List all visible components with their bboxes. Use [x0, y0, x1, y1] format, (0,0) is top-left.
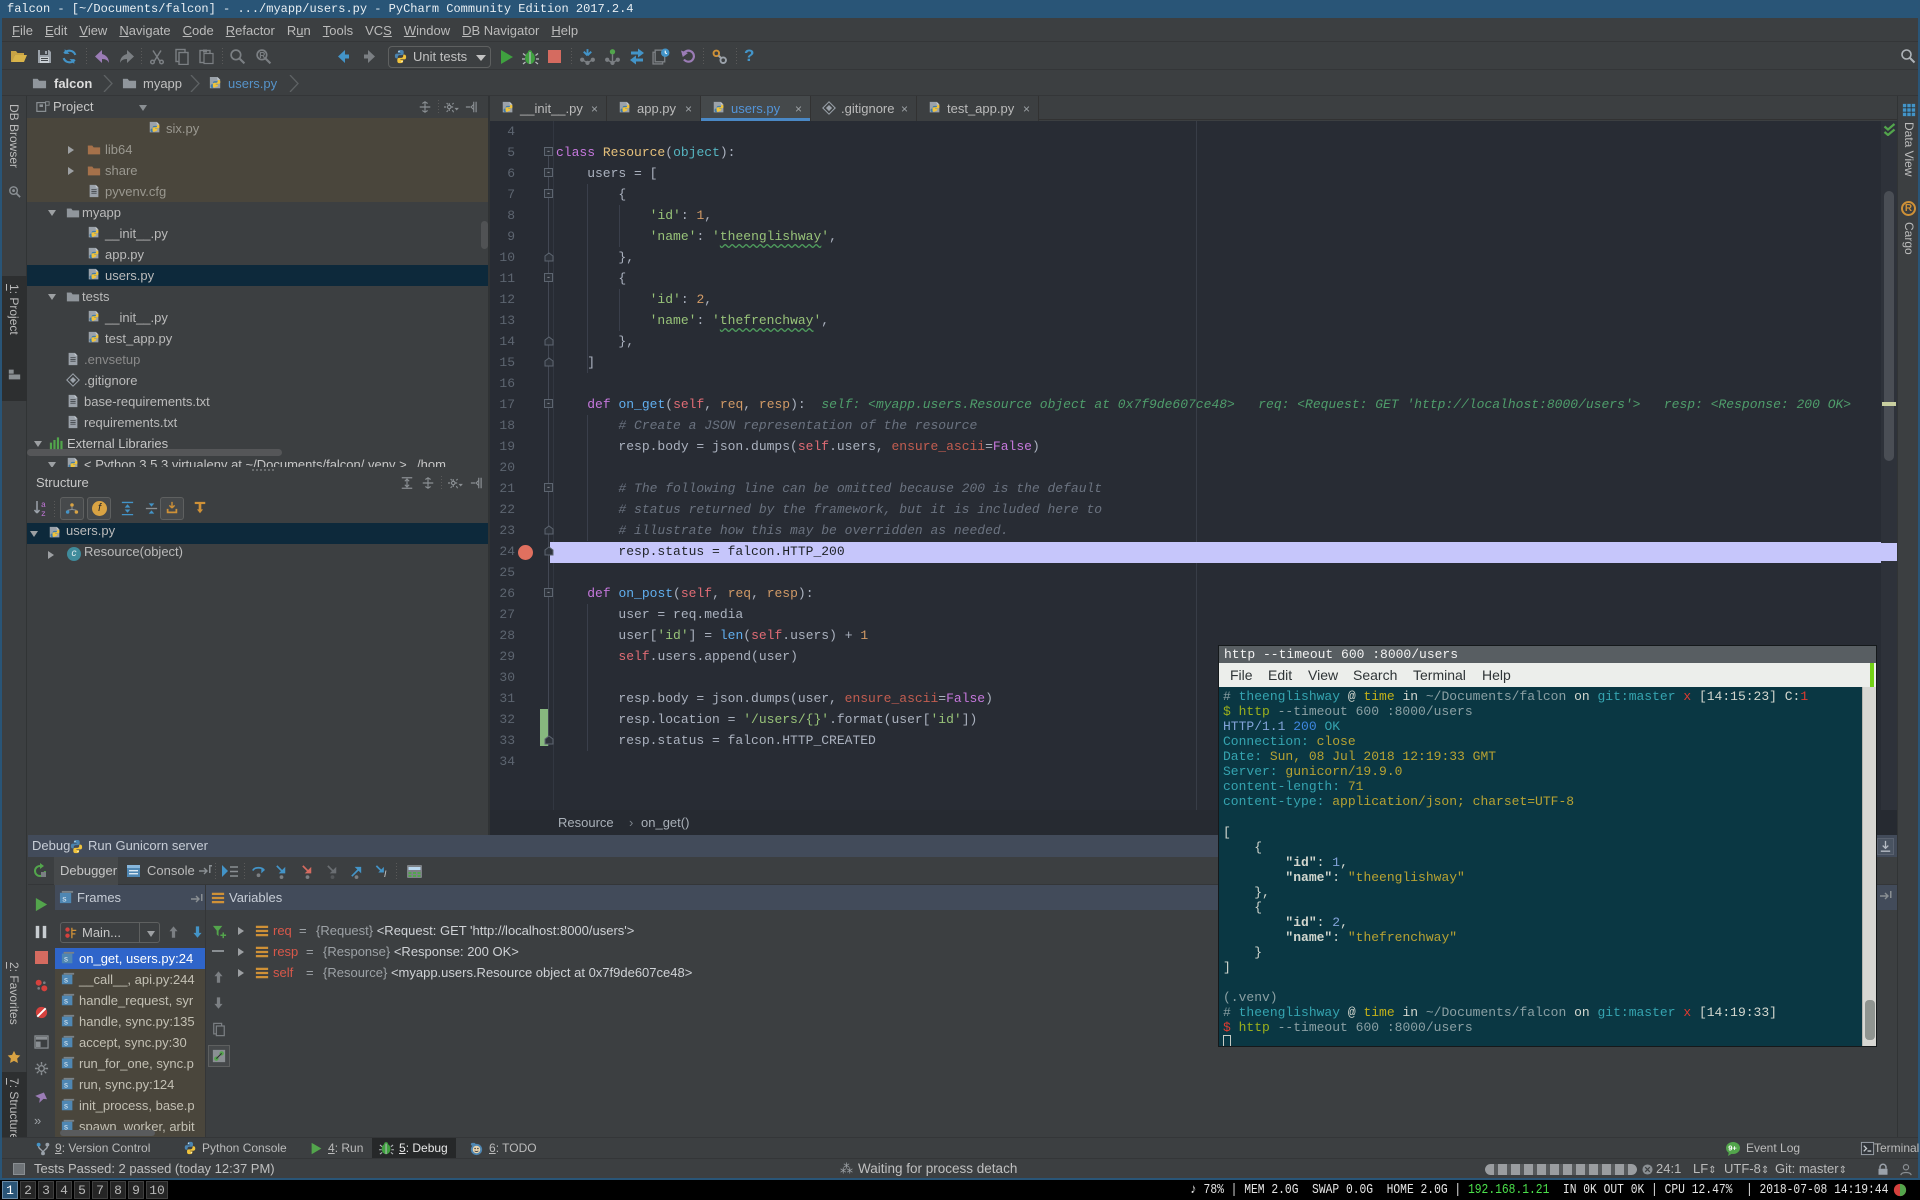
svg-text:s: s — [64, 1019, 69, 1028]
svg-text:s: s — [64, 1082, 69, 1091]
svg-text:s: s — [64, 998, 69, 1007]
svg-text:s: s — [64, 1103, 69, 1112]
svg-text:z: z — [41, 510, 46, 517]
svg-text:9+: 9+ — [1728, 1144, 1737, 1153]
svg-text:s: s — [64, 1061, 69, 1070]
svg-text:s: s — [62, 894, 67, 904]
svg-text:a: a — [41, 501, 46, 510]
svg-text:s: s — [64, 1040, 69, 1049]
svg-text:I: I — [384, 869, 387, 879]
svg-text:R: R — [259, 50, 265, 60]
svg-text:s: s — [64, 956, 69, 965]
svg-text:s: s — [64, 977, 69, 986]
